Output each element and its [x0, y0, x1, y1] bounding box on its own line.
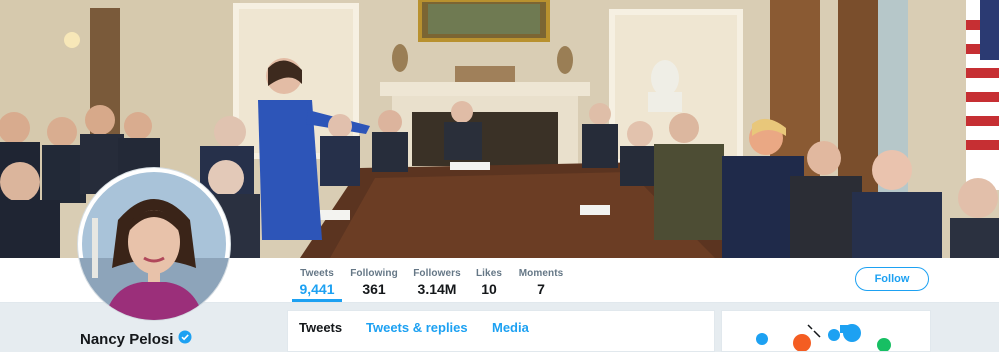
- avatar[interactable]: [78, 168, 230, 320]
- stat-tweets-value: 9,441: [299, 281, 335, 297]
- profile-name[interactable]: Nancy Pelosi: [80, 331, 173, 348]
- stat-tweets[interactable]: Tweets 9,441: [292, 258, 342, 302]
- side-card: [721, 310, 931, 352]
- stat-likes-value: 10: [481, 281, 497, 297]
- tab-tweets-and-replies[interactable]: Tweets & replies: [366, 320, 468, 335]
- stat-moments[interactable]: Moments 7: [518, 258, 564, 302]
- stat-following-value: 361: [362, 281, 386, 297]
- stat-followers-label: Followers: [413, 268, 461, 279]
- stat-followers-value: 3.14M: [417, 281, 457, 297]
- stat-likes[interactable]: Likes 10: [474, 258, 504, 302]
- stat-likes-label: Likes: [475, 268, 503, 279]
- profile-name-row: Nancy Pelosi: [80, 330, 192, 349]
- illustration-graphic: [756, 324, 891, 351]
- stat-followers[interactable]: Followers 3.14M: [412, 258, 462, 302]
- timeline-tabs: Tweets Tweets & replies Media: [287, 310, 715, 352]
- stat-moments-label: Moments: [518, 268, 564, 279]
- follow-button[interactable]: Follow: [855, 267, 929, 291]
- tab-media[interactable]: Media: [492, 320, 529, 335]
- stat-following[interactable]: Following 361: [350, 258, 398, 302]
- stat-moments-value: 7: [537, 281, 545, 297]
- tab-tweets[interactable]: Tweets: [299, 320, 342, 335]
- stat-tweets-label: Tweets: [300, 268, 334, 279]
- stat-following-label: Following: [350, 268, 398, 279]
- verified-badge-icon: [178, 330, 192, 349]
